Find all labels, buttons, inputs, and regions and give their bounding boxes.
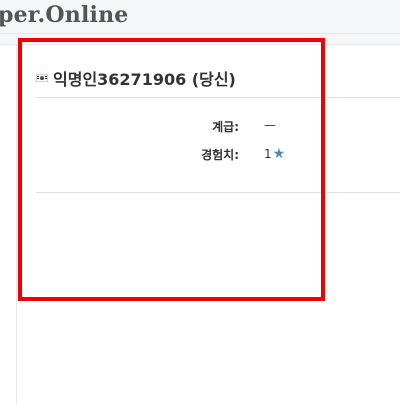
rank-value: —: [264, 118, 276, 132]
site-title[interactable]: per.Online: [0, 2, 128, 28]
username: 익명인36271906 (당신): [53, 70, 236, 89]
experience-value-group: 1★: [264, 146, 285, 162]
top-bar: per.Online: [0, 0, 400, 34]
profile-panel: [17, 45, 400, 404]
header-band: [0, 34, 400, 45]
header-divider: [36, 97, 400, 98]
profile-header: 익명인36271906 (당신): [36, 66, 236, 90]
section-divider: [36, 192, 400, 193]
south-korea-flag-icon: [36, 74, 48, 82]
experience-value: 1: [264, 147, 272, 161]
rank-label: 계급:: [212, 120, 239, 134]
stat-row-experience: 경험치: 1★: [36, 146, 400, 166]
stat-row-rank: 계급: —: [36, 118, 400, 138]
star-icon: ★: [272, 146, 286, 162]
experience-label: 경험치:: [201, 148, 239, 162]
